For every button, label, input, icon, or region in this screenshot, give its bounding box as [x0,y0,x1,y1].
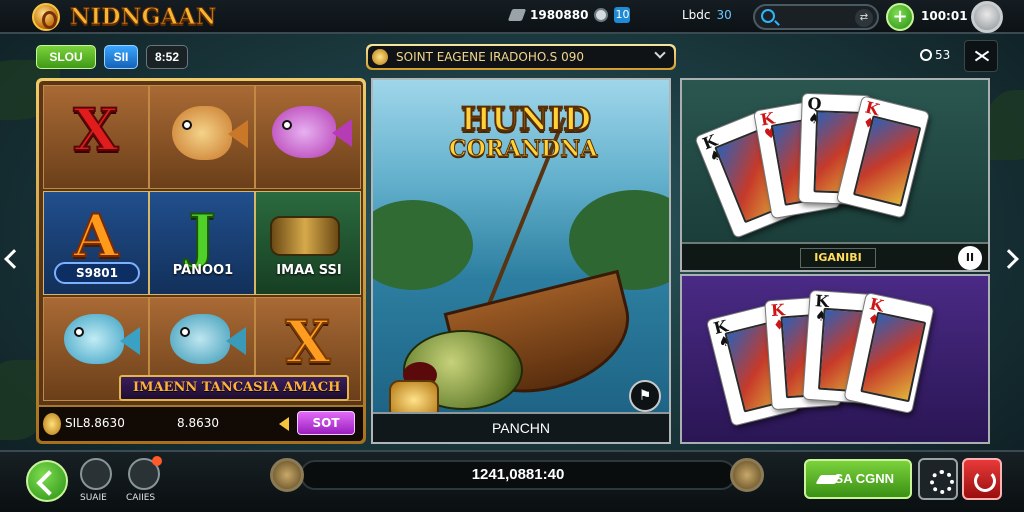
card-panel-label: IGANIBI [800,248,876,268]
currency-display: 1980880 10 [507,7,631,23]
slot-game-card[interactable]: X A S9801 J PANOO1 IMAA SSI X IMAENN TAN… [36,78,366,444]
coin-stack-icon [507,9,527,21]
bonus-icon [594,8,609,22]
j-symbol-icon: J [187,201,216,271]
home-button[interactable] [26,460,68,502]
slot-footer-value: SIL8.8630 [65,416,125,430]
total-winnings: 1241,0881:40 [300,460,736,490]
slot-footer-value: 8.8630 [177,416,219,430]
power-icon[interactable] [962,458,1002,500]
cell-label: PANOO1 [172,263,234,278]
share-icon[interactable] [964,40,998,72]
pause-icon[interactable]: II [958,246,982,270]
coin-icon [372,49,388,65]
slot-cell: IMAA SSI [255,191,361,295]
fish-symbol-icon [172,106,248,160]
zoom-icon [920,49,932,61]
game-logo-icon [32,3,60,31]
gear-icon[interactable] [918,458,958,500]
cell-label: IMAA SSI [276,263,342,278]
zoom-value: 53 [935,48,951,62]
zoom-readout: 53 [920,48,950,62]
add-funds-button[interactable]: + [886,3,914,31]
slot-cell: J PANOO1 [149,191,255,295]
card-game-bottom[interactable]: K ♠ K ♦ K ♠ K ♦ [680,274,990,444]
event-dropdown-text: SOINT EAGENE IRADOHO.S 090 [396,50,584,64]
coin-icon [730,458,764,492]
island-shape [569,190,669,290]
next-arrow[interactable] [999,240,1024,280]
fish-symbol-icon [64,314,140,364]
level-value: 30 [716,8,732,22]
island-shape [373,200,473,290]
fish-symbol-icon [170,314,246,364]
fish-symbol-icon [272,106,352,158]
filter-icon[interactable]: ⇄ [855,9,873,27]
previous-arrow[interactable] [0,240,24,280]
chevron-right-icon [999,249,1019,269]
mode-button[interactable]: SLOU [36,45,96,69]
spin-button[interactable]: SA CGNN [804,459,912,499]
chevron-down-icon [654,47,666,59]
decrease-icon[interactable] [279,417,289,431]
level-label: Lbdc [682,8,711,22]
games-label: CAIIES [126,493,156,503]
bonus-count: 10 [614,7,631,23]
games-button[interactable] [128,456,162,490]
cell-label: S9801 [54,262,140,284]
search-box[interactable]: ⇄ [753,4,879,30]
gold-coin-icon [43,413,61,435]
level-display: Lbdc 30 [682,8,732,22]
notification-dot [152,456,162,466]
balance-value: 100:01 [921,9,968,23]
event-dropdown[interactable]: SOINT EAGENE IRADOHO.S 090 [366,44,676,70]
featured-game-card[interactable]: HUNID CORANDNA ⚑ PANCHN [371,78,671,444]
share-label: SUAIE [80,493,107,503]
featured-subtitle: CORANDNA [448,136,598,163]
card-game-top[interactable]: K ♠ K ♥ Q ♠ K ♦ IGANIBI II [680,78,990,272]
stake-button[interactable]: SII [104,45,138,69]
x-symbol-icon: X [72,95,119,165]
background-leaf [985,90,1024,160]
slot-play-button[interactable]: SOT [297,411,355,435]
share-button[interactable] [80,458,112,490]
timer-display: 8:52 [146,45,188,69]
slot-cell: X [43,85,149,189]
featured-title: HUNID [460,99,592,139]
search-icon [761,9,775,23]
brand-title: NIDNGAAN [70,4,217,31]
search-input[interactable] [781,9,851,25]
chevron-left-icon [4,249,24,269]
slot-footer: SIL8.8630 8.8630 SOT [39,405,363,441]
coin-count: 1980880 [530,8,589,22]
top-bar: NIDNGAAN 1980880 10 Lbdc 30 ⇄ + 100:01 [0,0,1024,34]
slot-cell: A S9801 [43,191,149,295]
slot-banner: IMAENN TANCASIA AMACH [119,375,349,401]
barrel-symbol-icon [270,216,340,256]
a-symbol-icon: A [72,201,119,271]
slot-cell [149,85,255,189]
x-symbol-icon: X [284,307,331,377]
info-icon[interactable]: ⚑ [629,380,661,412]
featured-footer: PANCHN [373,412,669,442]
avatar[interactable] [971,1,1003,33]
slot-cell [255,85,361,189]
coin-icon [270,458,304,492]
